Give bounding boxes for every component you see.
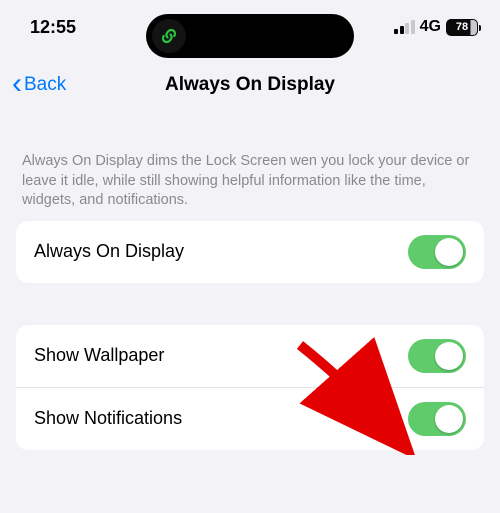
toggle-show-notifications[interactable]: [408, 402, 466, 436]
row-always-on-display: Always On Display: [16, 221, 484, 283]
battery-icon: 78: [446, 19, 478, 36]
row-label: Show Notifications: [34, 408, 182, 429]
settings-group-2: Show Wallpaper Show Notifications: [16, 325, 484, 450]
row-label: Always On Display: [34, 241, 184, 262]
page-title: Always On Display: [165, 74, 335, 96]
link-icon: [152, 19, 186, 53]
row-label: Show Wallpaper: [34, 345, 164, 366]
status-bar: 12:55 4G 78: [0, 0, 500, 54]
row-show-wallpaper: Show Wallpaper: [16, 325, 484, 387]
section-description: Always On Display dims the Lock Screen w…: [0, 110, 500, 221]
row-show-notifications: Show Notifications: [16, 387, 484, 450]
status-time: 12:55: [30, 17, 76, 38]
settings-group-1: Always On Display: [16, 221, 484, 283]
network-label: 4G: [420, 18, 441, 36]
back-button[interactable]: ‹ Back: [12, 72, 66, 99]
dynamic-island[interactable]: [146, 14, 354, 58]
nav-bar: ‹ Back Always On Display: [0, 60, 500, 110]
status-right: 4G 78: [394, 18, 478, 36]
back-label: Back: [24, 74, 66, 96]
toggle-always-on-display[interactable]: [408, 235, 466, 269]
toggle-show-wallpaper[interactable]: [408, 339, 466, 373]
signal-icon: [394, 20, 415, 34]
chevron-left-icon: ‹: [12, 69, 22, 99]
